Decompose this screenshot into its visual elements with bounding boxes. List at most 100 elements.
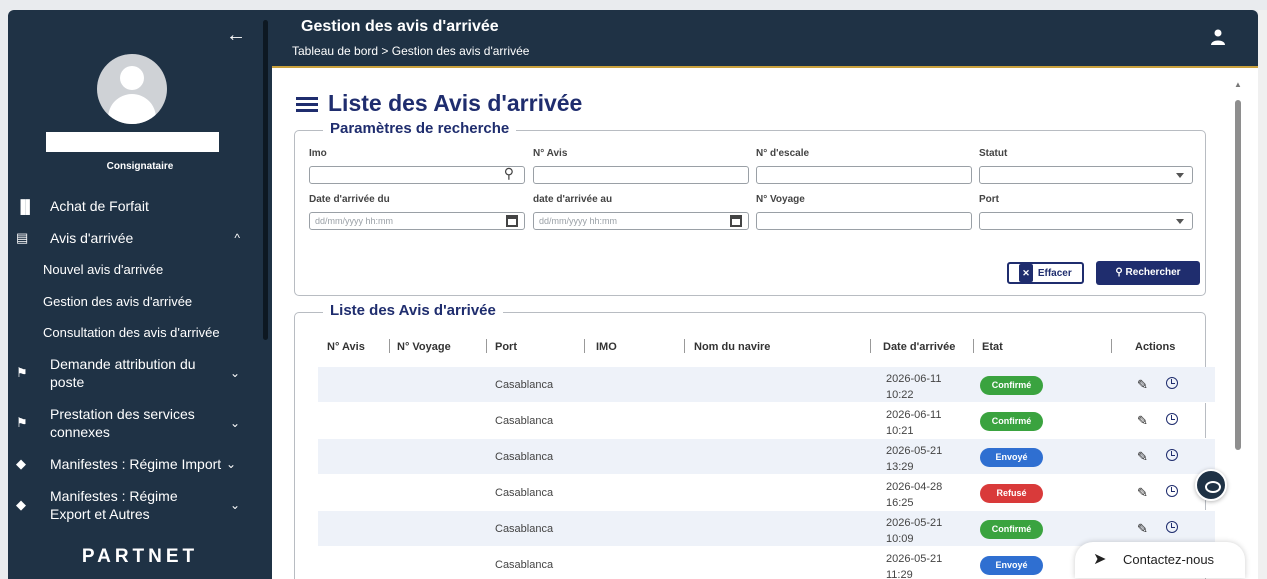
- sidebar-item-avis-arrivee[interactable]: ▤ Avis d'arrivée ^: [8, 222, 264, 254]
- statut-label: Statut: [979, 148, 1008, 159]
- contact-button[interactable]: ➤ Contactez-nous: [1075, 542, 1245, 578]
- imo-input[interactable]: ⚲: [309, 165, 525, 184]
- avis-table: N° Avis N° Voyage Port IMO Nom du navire…: [318, 327, 1215, 579]
- port-label: Port: [979, 194, 999, 205]
- chevron-down-icon: ⌄: [225, 457, 236, 471]
- edit-icon[interactable]: ✎: [1137, 377, 1148, 393]
- table-row[interactable]: Casablanca 2026-04-28 16:25 Refusé ✎: [318, 475, 1215, 511]
- status-badge: Confirmé: [980, 412, 1043, 431]
- table-row[interactable]: Casablanca 2026-06-11 10:22 Confirmé ✎: [318, 367, 1215, 403]
- statut-select[interactable]: [979, 166, 1193, 184]
- cell-port: Casablanca: [495, 487, 554, 499]
- layers-icon: ◆: [16, 497, 26, 512]
- top-header: Gestion des avis d'arrivée Tableau de bo…: [272, 10, 1258, 68]
- sidebar-subitem-consultation-avis[interactable]: Consultation des avis d'arrivée: [8, 317, 264, 348]
- sidebar-item-demande-attribution[interactable]: ⚑ Demande attribution du poste ⌄: [8, 348, 264, 398]
- main-scrollbar[interactable]: ▲: [1234, 80, 1242, 579]
- col-date-arrivee[interactable]: Date d'arrivée: [883, 341, 955, 353]
- status-badge: Envoyé: [980, 448, 1043, 467]
- cell-date: 2026-06-11 10:21: [886, 409, 942, 437]
- table-row[interactable]: Casablanca 2026-06-11 10:21 Confirmé ✎: [318, 403, 1215, 439]
- cell-port: Casablanca: [495, 415, 554, 427]
- col-imo[interactable]: IMO: [596, 341, 617, 353]
- sidebar-subitem-gestion-avis[interactable]: Gestion des avis d'arrivée: [8, 286, 264, 317]
- collapse-sidebar-icon[interactable]: ←: [226, 24, 246, 47]
- cell-port: Casablanca: [495, 559, 554, 571]
- user-name-field: [46, 132, 219, 152]
- sidebar-item-prestation-services[interactable]: ⚑ Prestation des services connexes ⌄: [8, 398, 264, 448]
- sidebar-item-achat-forfait[interactable]: ▐▌ Achat de Forfait: [8, 190, 264, 222]
- col-port[interactable]: Port: [495, 341, 517, 353]
- breadcrumb[interactable]: Tableau de bord > Gestion des avis d'arr…: [292, 44, 529, 58]
- history-icon[interactable]: [1166, 485, 1178, 497]
- cell-port: Casablanca: [495, 379, 554, 391]
- chevron-down-icon: ⌄: [229, 416, 240, 430]
- partnet-logo: PARTNET: [81, 546, 199, 567]
- sidebar-item-manifestes-export[interactable]: ◆ Manifestes : Régime Export et Autres ⌄: [8, 480, 264, 530]
- col-num-avis[interactable]: N° Avis: [327, 341, 365, 353]
- search-icon[interactable]: ⚲: [504, 165, 514, 182]
- send-icon: ➤: [1093, 551, 1107, 568]
- sidebar-nav: ▐▌ Achat de Forfait ▤ Avis d'arrivée ^ N…: [8, 190, 264, 530]
- calendar-icon[interactable]: [506, 215, 518, 227]
- table-row[interactable]: Casablanca 2026-05-21 13:29 Envoyé ✎: [318, 439, 1215, 475]
- col-actions: Actions: [1135, 341, 1176, 353]
- status-badge: Confirmé: [980, 376, 1043, 395]
- dropdown-caret-icon: [1176, 219, 1184, 224]
- user-icon[interactable]: [1210, 29, 1226, 45]
- dropdown-caret-icon: [1176, 173, 1184, 178]
- eye-icon[interactable]: [1195, 469, 1227, 501]
- scroll-up-icon[interactable]: ▲: [1234, 80, 1242, 89]
- date-du-input[interactable]: dd/mm/yyyy hh:mm: [309, 212, 525, 230]
- calendar-icon[interactable]: [730, 215, 742, 227]
- edit-icon[interactable]: ✎: [1137, 413, 1148, 429]
- bar-chart-icon: ▐▌: [16, 198, 35, 214]
- avatar: [97, 54, 167, 124]
- sidebar-item-manifestes-import[interactable]: ◆ Manifestes : Régime Import ⌄: [8, 448, 264, 480]
- port-select[interactable]: [979, 212, 1193, 230]
- search-button[interactable]: ⚲ Rechercher: [1096, 261, 1200, 285]
- voyage-input[interactable]: [756, 212, 972, 230]
- header-title: Gestion des avis d'arrivée: [301, 18, 499, 35]
- imo-label: Imo: [309, 148, 327, 159]
- cell-date: 2026-06-11 10:22: [886, 373, 942, 401]
- main-content: Liste des Avis d'arrivée Paramètres de r…: [272, 68, 1258, 579]
- cell-date: 2026-05-21 13:29: [886, 445, 943, 473]
- history-icon[interactable]: [1166, 413, 1178, 425]
- edit-icon[interactable]: ✎: [1137, 485, 1148, 501]
- menu-icon[interactable]: [296, 94, 318, 115]
- edit-icon[interactable]: ✎: [1137, 521, 1148, 537]
- col-etat[interactable]: Etat: [982, 341, 1003, 353]
- col-num-voyage[interactable]: N° Voyage: [397, 341, 451, 353]
- clear-button[interactable]: ✕ Effacer: [1007, 262, 1084, 284]
- escale-input[interactable]: [756, 166, 972, 184]
- history-icon[interactable]: [1166, 449, 1178, 461]
- list-legend: Liste des Avis d'arrivée: [323, 302, 503, 319]
- col-nom-navire[interactable]: Nom du navire: [694, 341, 770, 353]
- sidebar-subitem-nouvel-avis[interactable]: Nouvel avis d'arrivée: [8, 254, 264, 286]
- page-title: Liste des Avis d'arrivée: [296, 90, 582, 117]
- cell-date: 2026-05-21 11:29: [886, 553, 943, 579]
- window-scrollbar[interactable]: [1258, 10, 1267, 579]
- chevron-down-icon: ⌄: [229, 366, 240, 380]
- voyage-label: N° Voyage: [756, 194, 805, 205]
- status-badge: Refusé: [980, 484, 1043, 503]
- search-icon: ⚲: [1115, 267, 1126, 278]
- escale-label: N° d'escale: [756, 148, 810, 159]
- date-au-label: date d'arrivée au: [533, 194, 613, 205]
- app-window: ← Consignataire ▐▌ Achat de Forfait ▤ Av…: [8, 10, 1258, 579]
- edit-icon[interactable]: ✎: [1137, 449, 1148, 465]
- cell-date: 2026-05-21 10:09: [886, 517, 943, 545]
- cell-port: Casablanca: [495, 523, 554, 535]
- table-header: N° Avis N° Voyage Port IMO Nom du navire…: [318, 327, 1215, 367]
- flag-icon: ⚑: [16, 415, 28, 430]
- history-icon[interactable]: [1166, 377, 1178, 389]
- status-badge: Envoyé: [980, 556, 1043, 575]
- date-au-input[interactable]: dd/mm/yyyy hh:mm: [533, 212, 749, 230]
- history-icon[interactable]: [1166, 521, 1178, 533]
- table-row[interactable]: Casablanca 2026-05-21 10:09 Confirmé ✎: [318, 511, 1215, 547]
- num-avis-input[interactable]: [533, 166, 749, 184]
- scroll-thumb[interactable]: [1235, 100, 1241, 450]
- search-legend: Paramètres de recherche: [323, 120, 517, 137]
- layers-icon: ◆: [16, 456, 26, 471]
